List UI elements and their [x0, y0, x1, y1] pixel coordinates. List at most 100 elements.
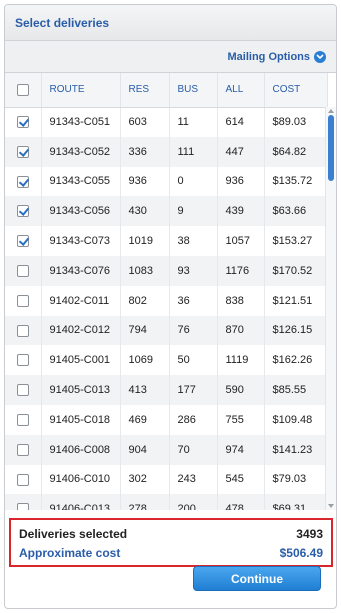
row-checkbox[interactable]: [16, 384, 29, 397]
deliveries-table-container: ROUTE RES BUS ALL COST 91343-C051 603 11 61…: [5, 73, 336, 510]
table-row[interactable]: 91405-C013 413 177 590 $85.55: [5, 375, 328, 405]
column-header-all[interactable]: ALL: [217, 73, 265, 108]
cell-route: 91343-C052: [41, 136, 121, 167]
cell-all: 838: [217, 285, 265, 316]
cell-bus: 200: [169, 494, 218, 510]
cell-route: 91406-C008: [41, 434, 121, 465]
cell-all: 439: [217, 196, 265, 227]
deliveries-table: ROUTE RES BUS ALL COST 91343-C051 603 11 61…: [5, 73, 328, 510]
deliveries-selected-row: Deliveries selected 3493: [19, 524, 323, 543]
row-checkbox-cell: [5, 285, 42, 316]
cell-cost: $141.23: [264, 434, 328, 465]
select-deliveries-panel: Select deliveries Mailing Options ROUTE …: [4, 4, 337, 609]
approximate-cost-row: Approximate cost $506.49: [19, 543, 323, 562]
cell-cost: $109.48: [264, 404, 328, 435]
cell-all: 870: [217, 315, 265, 346]
row-checkbox[interactable]: [16, 413, 29, 426]
row-checkbox-cell: [5, 434, 42, 465]
row-checkbox[interactable]: [16, 503, 29, 510]
cell-bus: 9: [169, 196, 218, 227]
cell-route: 91343-C051: [41, 107, 121, 137]
cell-route: 91406-C010: [41, 464, 121, 495]
cell-bus: 11: [169, 107, 218, 137]
column-header-route[interactable]: ROUTE: [41, 73, 121, 108]
table-row[interactable]: 91402-C012 794 76 870 $126.15: [5, 315, 328, 346]
table-scrollbar[interactable]: [325, 107, 336, 510]
cell-all: 755: [217, 404, 265, 435]
cell-res: 469: [120, 404, 170, 435]
cell-cost: $126.15: [264, 315, 328, 346]
table-row[interactable]: 91343-C073 1019 38 1057 $153.27: [5, 226, 328, 256]
scrollbar-thumb[interactable]: [328, 115, 334, 181]
row-checkbox[interactable]: [16, 264, 29, 277]
row-checkbox-cell: [5, 345, 42, 376]
approximate-cost-label: Approximate cost: [19, 545, 121, 560]
continue-button[interactable]: Continue: [193, 566, 321, 591]
scroll-up-arrow-icon[interactable]: [328, 109, 334, 113]
cell-cost: $79.03: [264, 464, 328, 495]
table-row[interactable]: 91343-C076 1083 93 1176 $170.52: [5, 255, 328, 286]
cell-cost: $135.72: [264, 166, 328, 197]
cell-route: 91406-C013: [41, 494, 121, 510]
mailing-options-link[interactable]: Mailing Options: [227, 50, 326, 63]
cell-route: 91405-C001: [41, 345, 121, 376]
cell-all: 1057: [217, 226, 265, 256]
row-checkbox[interactable]: [16, 175, 29, 188]
table-header-row: ROUTE RES BUS ALL COST: [5, 73, 328, 108]
row-checkbox[interactable]: [16, 473, 29, 486]
column-header-cost[interactable]: COST: [264, 73, 328, 108]
table-row[interactable]: 91402-C011 802 36 838 $121.51: [5, 285, 328, 316]
table-row[interactable]: 91405-C018 469 286 755 $109.48: [5, 404, 328, 435]
column-header-bus[interactable]: BUS: [169, 73, 218, 108]
cell-bus: 50: [169, 345, 218, 376]
cell-res: 936: [120, 166, 170, 197]
cell-cost: $69.31: [264, 494, 328, 510]
row-checkbox-cell: [5, 255, 42, 286]
cell-all: 614: [217, 107, 265, 137]
row-checkbox[interactable]: [16, 324, 29, 337]
cell-res: 904: [120, 434, 170, 465]
table-row[interactable]: 91406-C013 278 200 478 $69.31: [5, 494, 328, 510]
select-all-cell: [5, 73, 42, 108]
cell-bus: 76: [169, 315, 218, 346]
row-checkbox-cell: [5, 107, 42, 137]
cell-cost: $89.03: [264, 107, 328, 137]
row-checkbox[interactable]: [16, 294, 29, 307]
panel-header: Select deliveries: [5, 5, 336, 41]
row-checkbox-cell: [5, 315, 42, 346]
cell-route: 91402-C011: [41, 285, 121, 316]
scroll-down-arrow-icon[interactable]: [328, 504, 334, 508]
row-checkbox[interactable]: [16, 145, 29, 158]
cell-res: 278: [120, 494, 170, 510]
mailing-options-label: Mailing Options: [227, 50, 311, 63]
row-checkbox[interactable]: [16, 443, 29, 456]
cell-cost: $162.26: [264, 345, 328, 376]
cell-cost: $170.52: [264, 255, 328, 286]
row-checkbox[interactable]: [16, 235, 29, 248]
row-checkbox[interactable]: [16, 116, 29, 129]
table-row[interactable]: 91343-C051 603 11 614 $89.03: [5, 107, 328, 137]
cell-all: 936: [217, 166, 265, 197]
table-row[interactable]: 91343-C056 430 9 439 $63.66: [5, 196, 328, 227]
cell-res: 1069: [120, 345, 170, 376]
selection-summary: Deliveries selected 3493 Approximate cos…: [9, 518, 333, 567]
table-row[interactable]: 91343-C055 936 0 936 $135.72: [5, 166, 328, 197]
cell-route: 91402-C012: [41, 315, 121, 346]
cell-route: 91343-C076: [41, 255, 121, 286]
table-row[interactable]: 91343-C052 336 111 447 $64.82: [5, 136, 328, 167]
table-row[interactable]: 91406-C008 904 70 974 $141.23: [5, 434, 328, 465]
cell-route: 91343-C056: [41, 196, 121, 227]
cell-res: 1019: [120, 226, 170, 256]
approximate-cost-value: $506.49: [279, 545, 323, 560]
cell-bus: 243: [169, 464, 218, 495]
row-checkbox-cell: [5, 375, 42, 405]
cell-route: 91405-C018: [41, 404, 121, 435]
column-header-res[interactable]: RES: [120, 73, 170, 108]
row-checkbox[interactable]: [16, 354, 29, 367]
select-all-checkbox[interactable]: [16, 83, 29, 96]
cell-all: 478: [217, 494, 265, 510]
table-row[interactable]: 91406-C010 302 243 545 $79.03: [5, 464, 328, 495]
row-checkbox[interactable]: [16, 205, 29, 218]
table-row[interactable]: 91405-C001 1069 50 1119 $162.26: [5, 345, 328, 376]
cell-res: 336: [120, 136, 170, 167]
